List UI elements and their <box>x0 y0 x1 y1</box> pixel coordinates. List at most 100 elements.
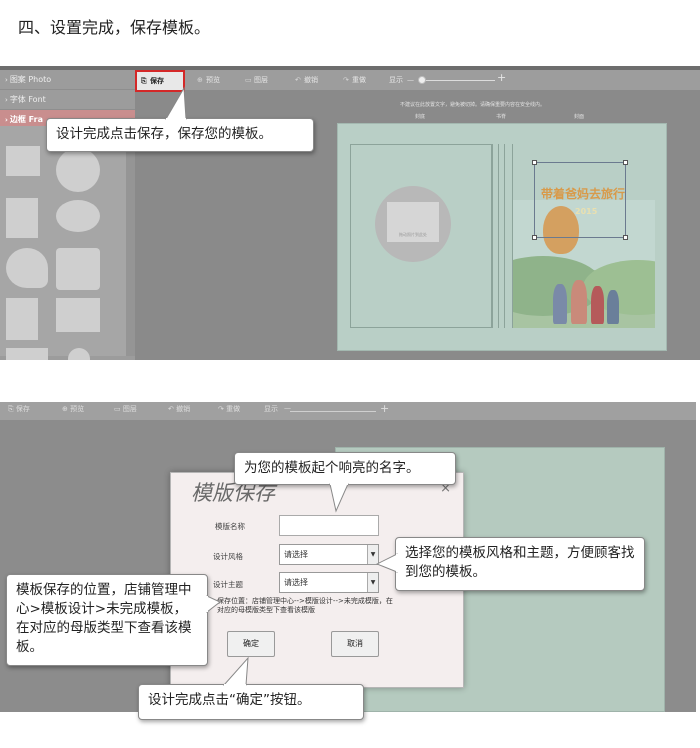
shape-circle[interactable] <box>56 148 100 192</box>
resize-handle[interactable] <box>623 235 628 240</box>
photo-frame[interactable]: 拖动照片到此处 <box>375 186 451 262</box>
callout-pointer <box>222 656 249 686</box>
shape-rect-4[interactable] <box>6 348 48 360</box>
zoom-slider-track[interactable] <box>290 411 376 412</box>
callout-style-theme: 选择您的模板风格和主题，方便顾客找到您的模板。 <box>395 537 645 591</box>
shape-rect[interactable] <box>6 146 40 176</box>
spine-guide <box>498 144 499 328</box>
zoom-in-button[interactable]: + <box>493 70 506 86</box>
person-graphic <box>607 290 619 324</box>
magnifier-icon: ⊕ <box>62 405 71 413</box>
step-heading: 四、设置完成，保存模板。 <box>18 18 211 37</box>
undo-button[interactable]: ↶ 撤销 <box>168 404 190 414</box>
resize-handle[interactable] <box>532 235 537 240</box>
front-cover-label: 封面 <box>574 114 585 120</box>
person-graphic <box>571 280 587 324</box>
sidebar-item-label: 边框 Fra <box>9 115 43 124</box>
save-label: 保存 <box>15 405 30 413</box>
gallery-scrollbar[interactable] <box>126 126 135 356</box>
person-graphic <box>591 286 604 324</box>
zoom-in-button[interactable]: + <box>380 402 389 415</box>
resize-handle[interactable] <box>532 160 537 165</box>
zoom-label: 显示 <box>264 405 278 413</box>
cancel-button[interactable]: 取消 <box>331 631 379 657</box>
callout-name: 为您的模板起个响亮的名字。 <box>234 452 456 485</box>
redo-label: 重做 <box>226 405 241 413</box>
callout-location: 模板保存的位置，店铺管理中心>模板设计>未完成模板，在对应的母版类型下查看该模板… <box>6 574 208 666</box>
sidebar-item-label: 图案 Photo <box>9 75 52 84</box>
shape-rect-2[interactable] <box>6 298 38 340</box>
zoom-slider-track[interactable] <box>420 80 495 81</box>
undo-label: 撤销 <box>176 405 191 413</box>
sidebar-item-font[interactable]: › 字体 Font <box>0 90 135 110</box>
resize-handle[interactable] <box>623 160 628 165</box>
save-button[interactable]: ⎘ 保存 <box>8 404 30 414</box>
editor-toolbar: ⎘ 保存 ⊕ 预览 ▭ 图层 ↶ 撤销 ↷ 重做 显示 — + <box>135 70 700 92</box>
layers-button[interactable]: ▭ 图层 <box>241 72 268 88</box>
layers-label: 图层 <box>254 76 268 84</box>
photo-placeholder: 拖动照片到此处 <box>387 202 439 242</box>
design-style-label: 设计风格 <box>213 552 243 561</box>
undo-icon: ↶ <box>295 76 301 84</box>
save-label: 保存 <box>150 77 164 85</box>
shape-rect-tall[interactable] <box>6 198 38 238</box>
spine-guide <box>492 144 493 328</box>
cover-canvas[interactable]: 拖动照片到此处 带着爸妈去旅行 2015 <box>337 123 667 351</box>
save-location-text: 保存位置：店铺管理中心-->模版设计-->未完成模版，在对应的母模版类型下查看该… <box>217 597 393 614</box>
spine-label: 书脊 <box>496 114 507 120</box>
magnifier-icon: ⊕ <box>197 76 203 84</box>
preview-label: 预览 <box>70 405 85 413</box>
shape-ellipse[interactable] <box>56 200 100 232</box>
design-theme-label: 设计主题 <box>213 580 243 589</box>
callout-pointer <box>206 595 221 614</box>
shape-gallery <box>0 126 126 360</box>
redo-label: 重做 <box>352 76 366 84</box>
editor-screenshot-1: › 图案 Photo › 字体 Font › 边框 Fra ⎘ 保存 ⊕ 预览 ▭ 图层 ↶… <box>0 66 700 360</box>
zoom-label: 显示 <box>389 76 403 84</box>
sidebar-item-label: 字体 Font <box>9 95 46 104</box>
undo-button[interactable]: ↶ 撤销 <box>291 72 318 88</box>
confirm-button[interactable]: 确定 <box>227 631 275 657</box>
shape-circle-2[interactable] <box>68 348 90 360</box>
photo-placeholder-text: 拖动照片到此处 <box>399 232 427 237</box>
design-style-select[interactable]: 请选择 ▼ <box>279 544 379 565</box>
person-graphic <box>553 284 567 324</box>
spine-guide <box>504 144 505 328</box>
preview-label: 预览 <box>206 76 220 84</box>
shape-heart[interactable] <box>6 248 48 288</box>
preview-button[interactable]: ⊕ 预览 <box>193 72 220 88</box>
redo-button[interactable]: ↷ 重做 <box>218 404 240 414</box>
callout-pointer <box>376 553 398 573</box>
template-name-label: 模版名称 <box>215 522 245 531</box>
callout-save: 设计完成点击保存，保存您的模板。 <box>46 118 314 152</box>
safe-area-hint: 不建议在此放置文字，避免被切掉。请确保重要内容在安全线内。 <box>400 102 546 108</box>
layers-icon: ▭ <box>114 405 123 413</box>
zoom-out-button[interactable]: — <box>403 72 414 88</box>
sidebar-item-photo[interactable]: › 图案 Photo <box>0 70 135 90</box>
save-icon: ⎘ <box>8 405 16 413</box>
preview-button[interactable]: ⊕ 预览 <box>62 404 84 414</box>
shape-rect-3[interactable] <box>56 298 100 332</box>
artwork-year: 2015 <box>575 207 598 216</box>
redo-icon: ↷ <box>218 405 227 413</box>
shape-rounded[interactable] <box>56 248 100 290</box>
chevron-down-icon: › <box>5 116 8 124</box>
save-icon: ⎘ <box>141 77 147 85</box>
callout-pointer <box>165 86 187 120</box>
selection-box[interactable]: 带着爸妈去旅行 2015 <box>532 160 628 240</box>
layers-button[interactable]: ▭ 图层 <box>114 404 137 414</box>
layers-icon: ▭ <box>245 76 252 84</box>
undo-icon: ↶ <box>168 405 177 413</box>
editor-toolbar: ⎘ 保存 ⊕ 预览 ▭ 图层 ↶ 撤销 ↷ 重做 显示 — + <box>0 402 696 420</box>
back-cover-label: 封底 <box>415 114 426 120</box>
design-theme-select[interactable]: 请选择 ▼ <box>279 572 379 593</box>
template-name-input[interactable] <box>279 515 379 536</box>
artwork-title: 带着爸妈去旅行 <box>541 187 626 201</box>
redo-button[interactable]: ↷ 重做 <box>339 72 366 88</box>
chevron-right-icon: › <box>5 76 8 84</box>
design-theme-value: 请选择 <box>284 578 308 587</box>
redo-icon: ↷ <box>343 76 349 84</box>
callout-confirm: 设计完成点击“确定”按钮。 <box>138 684 364 720</box>
design-style-value: 请选择 <box>284 550 308 559</box>
zoom-slider-handle[interactable] <box>418 76 426 84</box>
